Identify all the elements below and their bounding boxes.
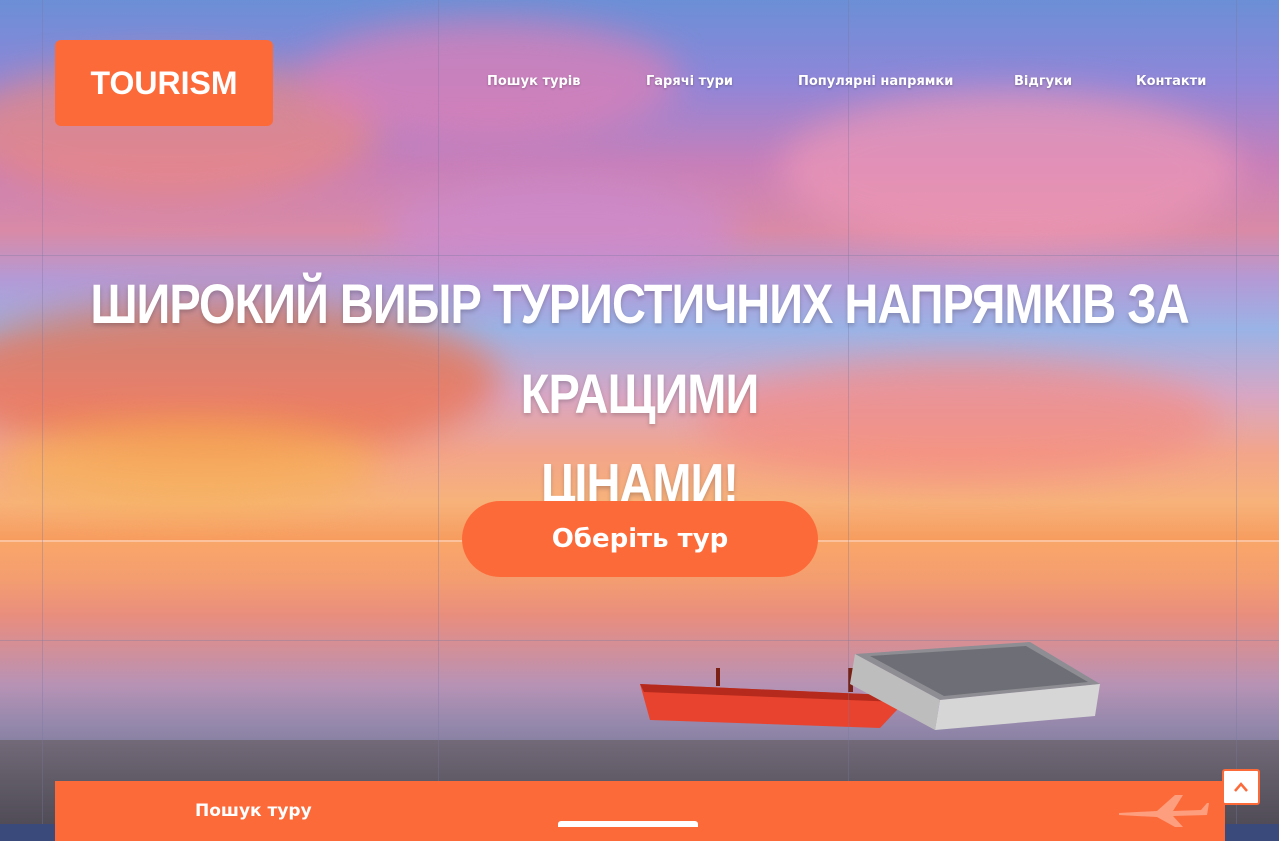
tour-search-title: Пошук туру [195,801,312,821]
nav-item-popular-destinations[interactable]: Популярні напрямки [798,74,953,89]
hero-headline-line1: ШИРОКИЙ ВИБІР ТУРИСТИЧНИХ НАПРЯМКІВ ЗА К… [90,272,1189,425]
grid-overlay-line [0,255,1279,256]
grey-boat-image [850,642,1100,730]
search-field[interactable] [558,821,698,827]
tour-search-panel: Пошук туру [55,781,1225,841]
choose-tour-button[interactable]: Оберіть тур [462,501,818,577]
chevron-up-icon [1234,782,1248,792]
cloud-decor [780,90,1240,250]
scroll-to-top-button[interactable] [1222,769,1260,805]
hero-headline: ШИРОКИЙ ВИБІР ТУРИСТИЧНИХ НАПРЯМКІВ ЗА К… [40,259,1239,528]
site-logo[interactable]: TOURISM [55,40,273,126]
main-nav: Пошук турів Гарячі тури Популярні напрям… [487,74,1217,94]
nav-item-hot-tours[interactable]: Гарячі тури [646,74,733,89]
nav-item-reviews[interactable]: Відгуки [1014,74,1072,89]
nav-item-tour-search[interactable]: Пошук турів [487,74,580,89]
grid-overlay-line [0,640,1279,641]
nav-item-contacts[interactable]: Контакти [1136,74,1206,89]
